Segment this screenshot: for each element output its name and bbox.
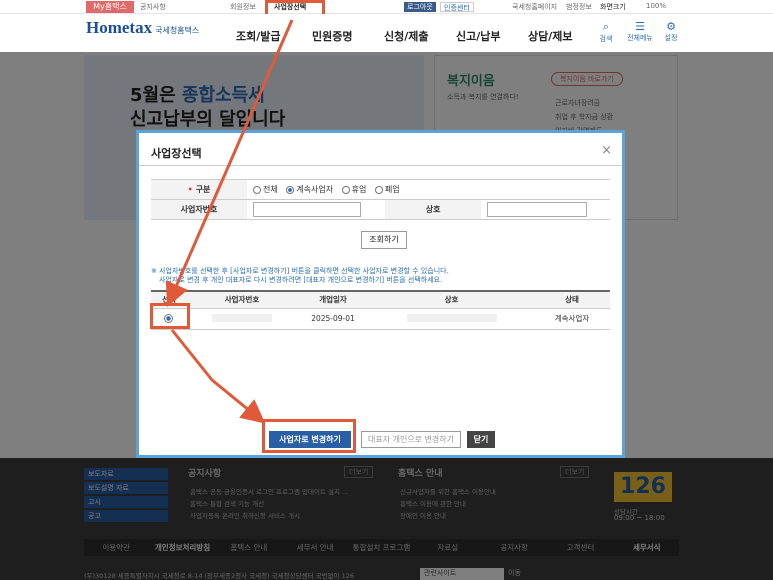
arrow-to-button <box>170 329 266 424</box>
arrow-to-radio <box>165 19 294 308</box>
annotation-arrows <box>165 19 294 424</box>
